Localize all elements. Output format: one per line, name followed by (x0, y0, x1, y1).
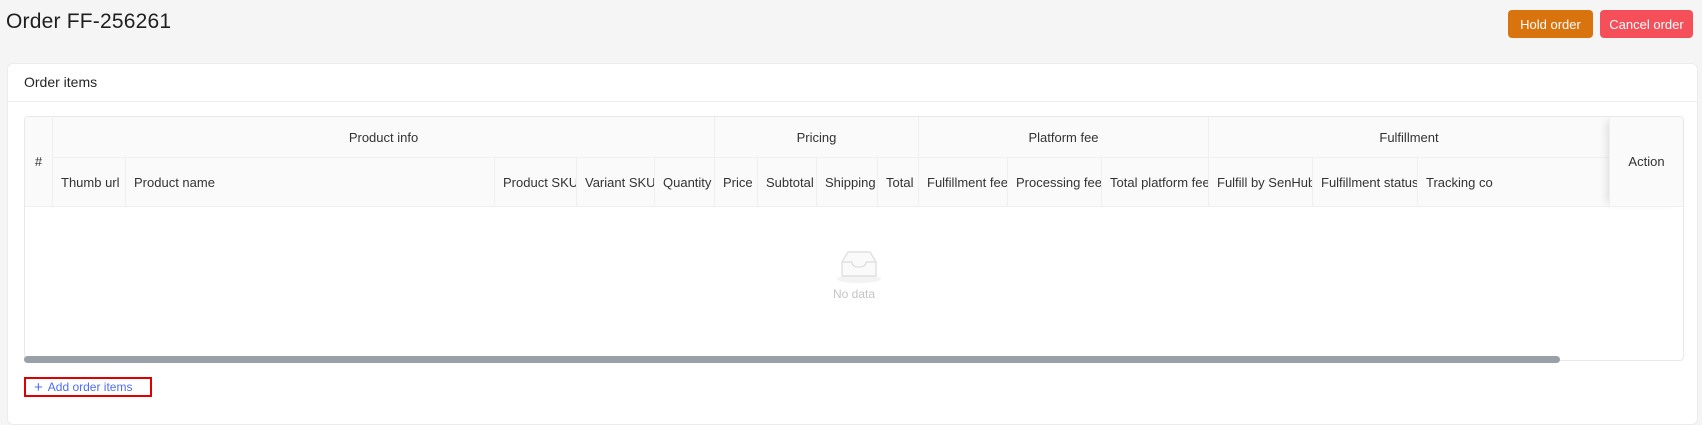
page-title: Order FF-256261 (6, 10, 172, 33)
col-subtotal: Subtotal (758, 158, 817, 207)
group-product-info: Product info (53, 117, 715, 158)
order-items-table: # Product info Pricing Platform fee Fulf… (24, 116, 1684, 361)
horizontal-scrollbar[interactable] (24, 356, 1560, 363)
col-product-sku: Product SKU (495, 158, 577, 207)
col-total: Total (878, 158, 919, 207)
group-fulfillment: Fulfillment (1209, 117, 1609, 158)
col-product-name: Product name (126, 158, 495, 207)
col-processing-fee: Processing fee (1008, 158, 1102, 207)
col-tracking-code: Tracking co (1418, 158, 1609, 207)
col-shipping: Shipping (817, 158, 878, 207)
col-price: Price (715, 158, 758, 207)
group-platform-fee: Platform fee (919, 117, 1209, 158)
col-total-platform-fee: Total platform fee (1102, 158, 1209, 207)
empty-state: No data (25, 207, 1683, 360)
col-thumb-url: Thumb url (53, 158, 126, 207)
col-quantity: Quantity (655, 158, 715, 207)
group-pricing: Pricing (715, 117, 919, 158)
card-title: Order items (24, 74, 98, 90)
page-header: Order FF-256261 Hold order Cancel order (0, 0, 1702, 48)
col-fulfillment-fee: Fulfillment fee (919, 158, 1008, 207)
cancel-order-button[interactable]: Cancel order (1600, 10, 1693, 38)
empty-text: No data (832, 287, 876, 301)
hold-order-button[interactable]: Hold order (1508, 10, 1593, 38)
order-items-card: Order items # Product info Pricing Platf… (7, 63, 1698, 425)
col-variant-sku: Variant SKU (577, 158, 655, 207)
empty-inbox-icon (835, 248, 883, 289)
add-order-items-label: Add order items (47, 380, 133, 394)
col-action-header: Action (1609, 117, 1683, 207)
col-fulfill-by-senhub: Fulfill by SenHub (1209, 158, 1313, 207)
plus-icon: + (34, 378, 43, 396)
add-order-items-button[interactable]: + Add order items (24, 377, 152, 397)
card-header: Order items (8, 64, 1697, 102)
col-index-header: # (25, 117, 53, 207)
col-fulfillment-status: Fulfillment status (1313, 158, 1418, 207)
